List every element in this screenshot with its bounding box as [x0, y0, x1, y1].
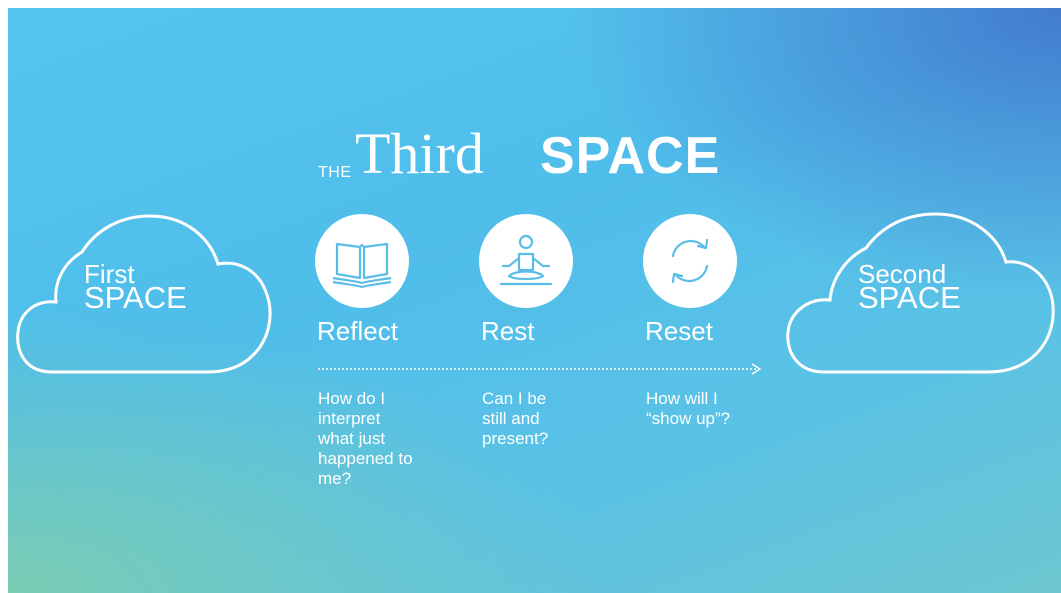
second-space-label: Second SPACE	[858, 261, 961, 315]
first-space-label-line2: SPACE	[84, 280, 187, 315]
meditation-icon	[499, 234, 553, 286]
reset-icon-circle	[643, 214, 737, 308]
dotted-arrow	[318, 363, 762, 375]
step-question: How do I interpret what just happened to…	[318, 389, 413, 488]
first-space-label: First SPACE	[84, 261, 187, 315]
second-space-cloud: Second SPACE	[782, 208, 1058, 378]
first-space-cloud: First SPACE	[12, 208, 282, 378]
slide: First SPACE Second SPACE THE Third SPACE	[8, 8, 1061, 593]
rest-icon-circle	[479, 214, 573, 308]
step-question: Can I be still and present?	[482, 389, 549, 448]
open-book-icon	[332, 242, 392, 289]
title-space: SPACE	[540, 127, 721, 185]
refresh-icon	[671, 238, 709, 284]
title-the: THE	[318, 164, 352, 181]
step-label: Reset	[645, 316, 713, 346]
step-label: Reflect	[317, 316, 398, 346]
title-third: Third	[355, 121, 484, 186]
reflect-icon-circle	[315, 214, 409, 308]
second-space-label-line2: SPACE	[858, 280, 961, 315]
step-label: Rest	[481, 316, 535, 346]
step-question: How will I “show up”?	[646, 389, 731, 428]
